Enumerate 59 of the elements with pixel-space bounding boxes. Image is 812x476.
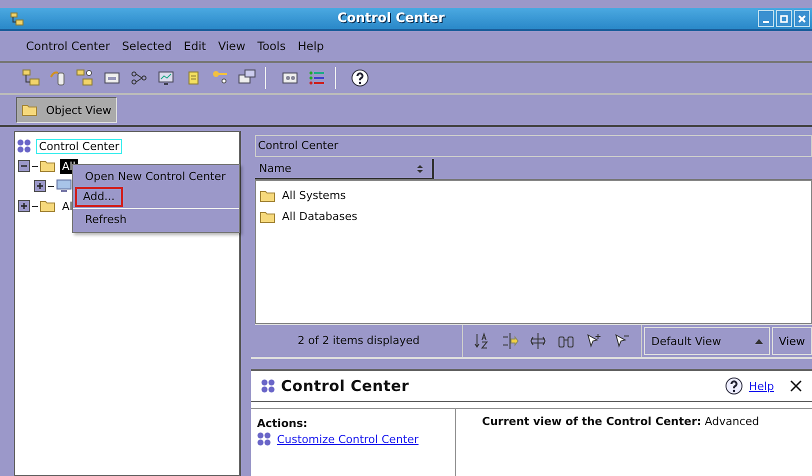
folder-icon — [260, 210, 275, 222]
tree-item[interactable]: Control Center — [37, 140, 122, 152]
close-icon[interactable] — [790, 380, 802, 392]
maximize-icon — [779, 14, 789, 24]
help-icon[interactable] — [351, 69, 369, 87]
folder-icon — [260, 190, 275, 202]
view-button[interactable]: View — [772, 327, 812, 355]
folder-user-icon[interactable] — [76, 69, 94, 87]
info-value: Advanced — [704, 415, 760, 428]
columns-arrow-icon[interactable] — [501, 332, 520, 350]
menu-item[interactable]: Selected — [122, 39, 172, 53]
menu-item[interactable]: Help — [298, 39, 324, 53]
view-dropdown[interactable]: Default View — [644, 327, 770, 355]
window-title: Control Center — [336, 11, 446, 26]
menu-item[interactable]: View — [218, 39, 246, 53]
control-center-icon — [257, 432, 271, 446]
menu-item[interactable]: Open New Control Center — [75, 167, 237, 187]
item-count: 2 of 2 items displayed — [255, 325, 464, 357]
columns-icon[interactable] — [529, 332, 548, 350]
close-button[interactable] — [794, 10, 810, 27]
menu-item[interactable]: Edit — [184, 39, 206, 53]
pointer-plus-icon[interactable] — [585, 332, 604, 350]
list-item[interactable]: All Databases — [282, 210, 358, 223]
expand-icon[interactable] — [34, 180, 46, 192]
control-center-icon — [261, 379, 275, 393]
computer-icon — [56, 179, 72, 193]
folder-tree-icon[interactable] — [22, 69, 40, 87]
folder-icon — [40, 200, 55, 212]
help-icon — [724, 377, 743, 395]
cylinder-arrow-icon[interactable] — [49, 69, 67, 87]
info-label: Current view of the Control Center: — [482, 415, 702, 428]
expand-icon[interactable] — [18, 200, 30, 212]
menu-item[interactable]: Tools — [257, 39, 286, 53]
close-icon — [797, 14, 807, 24]
help-link[interactable]: Help — [748, 380, 774, 392]
sort-icon — [416, 164, 424, 174]
pointer-minus-icon[interactable] — [613, 332, 632, 350]
action-link[interactable]: Customize Control Center — [277, 432, 419, 446]
control-center-icon — [17, 139, 31, 153]
folder-icon — [40, 160, 55, 172]
list-icon[interactable] — [308, 69, 326, 87]
caret-icon — [754, 338, 763, 344]
menu-item[interactable]: Refresh — [75, 210, 237, 230]
tree-item[interactable]: Al — [60, 198, 75, 214]
monitor-chart-icon[interactable] — [157, 69, 175, 87]
network-icon[interactable] — [130, 69, 148, 87]
panel-title: Control Center — [281, 377, 410, 395]
minimize-icon — [763, 20, 769, 22]
actions-heading: Actions: — [257, 417, 308, 430]
view-tab[interactable]: Object View — [16, 97, 118, 123]
collapse-icon[interactable] — [18, 160, 30, 172]
panel-title: Control Center — [255, 135, 812, 157]
minimize-button[interactable] — [758, 10, 774, 27]
folder-tree-icon — [10, 12, 24, 26]
maximize-button[interactable] — [776, 10, 792, 27]
folder-icon — [22, 104, 37, 116]
menu-item[interactable]: Add... — [75, 187, 123, 207]
list-item[interactable]: All Systems — [282, 189, 346, 202]
menu-item[interactable]: Control Center — [26, 39, 110, 53]
